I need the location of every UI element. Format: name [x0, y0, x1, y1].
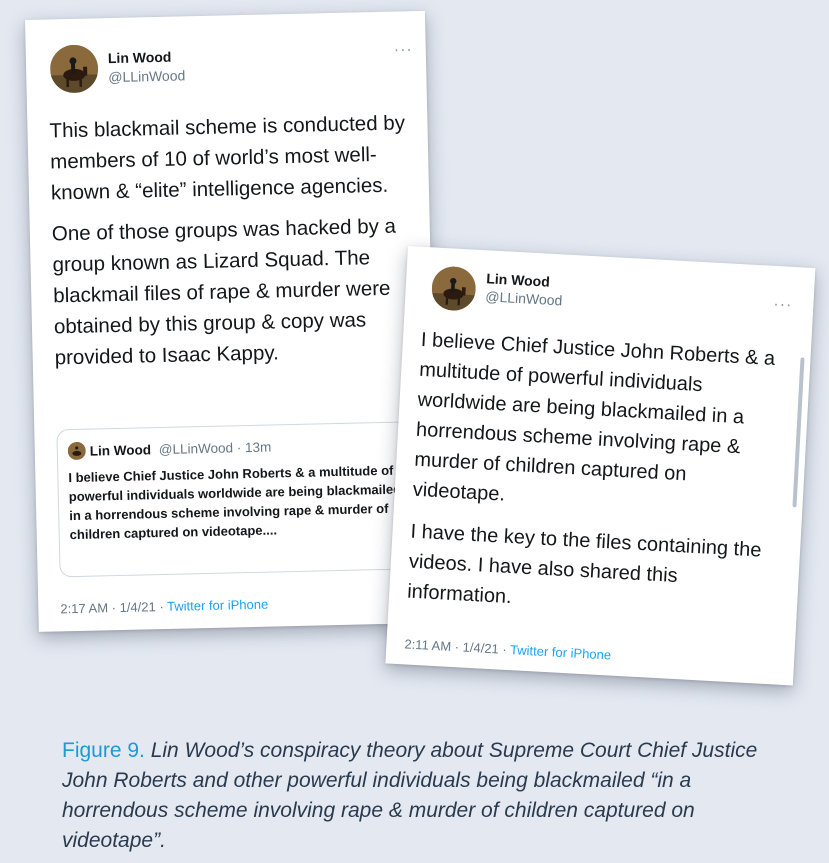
tweet-body: This blackmail scheme is conducted by me… [49, 107, 427, 373]
tweet-body: I believe Chief Justice John Roberts & a… [407, 325, 784, 626]
tweet-paragraph: One of those groups was hacked by a grou… [51, 214, 397, 370]
avatar[interactable] [430, 265, 477, 312]
avatar-horse-rider-icon [67, 441, 86, 461]
tweet-paragraph: I believe Chief Justice John Roberts & a… [412, 328, 776, 506]
tweet-timestamp[interactable]: 2:11 AM · 1/4/21 · [404, 636, 510, 657]
caption-text: Lin Wood’s conspiracy theory about Supre… [62, 739, 758, 852]
quoted-tweet-header: Lin Wood @LLinWood · 13m [90, 440, 272, 459]
avatar-horse-rider-icon [49, 44, 99, 94]
author-handle[interactable]: @LLinWood [485, 288, 563, 308]
avatar-horse-rider-icon [430, 265, 477, 312]
avatar[interactable] [49, 44, 99, 94]
tweet-paragraph: I have the key to the files containing t… [406, 520, 762, 609]
tweet-footer: 2:17 AM · 1/4/21 · Twitter for iPhone [60, 597, 268, 617]
tweet-source-link[interactable]: Twitter for iPhone [167, 597, 268, 614]
quoted-tweet[interactable]: Lin Wood @LLinWood · 13m I believe Chief… [56, 421, 428, 578]
tweet-source-link[interactable]: Twitter for iPhone [510, 642, 612, 662]
figure-label: Figure 9. [62, 739, 145, 762]
author-name[interactable]: Lin Wood [486, 270, 550, 289]
author-name[interactable]: Lin Wood [108, 49, 172, 66]
tweet-timestamp[interactable]: 2:17 AM · 1/4/21 · [60, 599, 167, 616]
tweet-footer: 2:11 AM · 1/4/21 · Twitter for iPhone [404, 636, 611, 662]
quoted-author-meta: @LLinWood · 13m [158, 439, 272, 458]
author-handle[interactable]: @LLinWood [108, 67, 185, 85]
quoted-author-name: Lin Wood [89, 442, 152, 459]
quoted-tweet-text: I believe Chief Justice John Roberts & a… [68, 462, 402, 543]
scrollbar[interactable] [792, 357, 805, 508]
tweet-card-left: Lin Wood @LLinWood ··· This blackmail sc… [25, 10, 439, 632]
more-dots-icon[interactable]: ··· [394, 41, 413, 59]
tweet-paragraph: This blackmail scheme is conducted by me… [49, 111, 406, 205]
tweet-card-right: Lin Wood @LLinWood ··· I believe Chief J… [385, 246, 816, 686]
avatar [67, 441, 86, 461]
more-dots-icon[interactable]: ··· [773, 296, 793, 315]
figure-caption: Figure 9. Lin Wood’s conspiracy theory a… [62, 736, 782, 856]
